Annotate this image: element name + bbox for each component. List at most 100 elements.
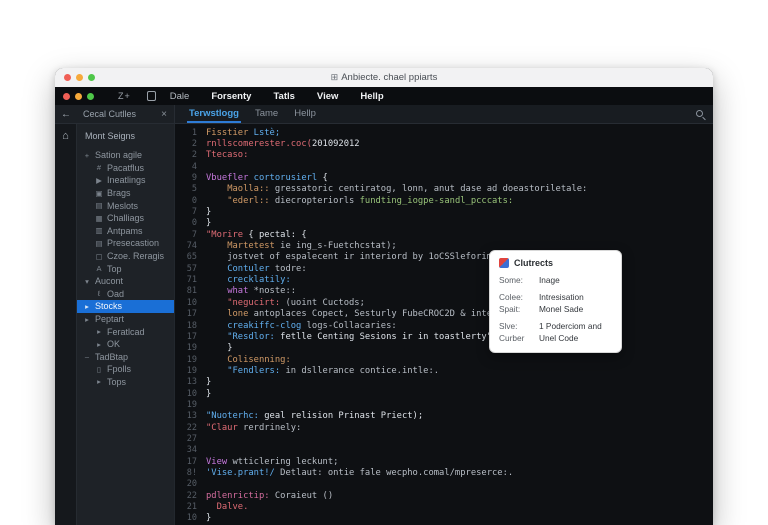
line-number: 74 <box>175 241 197 251</box>
sidebar-item-label: Czoe. Reragis <box>107 251 164 261</box>
code-line: 10} <box>175 388 713 399</box>
sidebar-item-top[interactable]: ATop <box>77 262 174 275</box>
menu-hellp[interactable]: Hellp <box>360 91 383 102</box>
tooltip-row-label: Spait: <box>499 303 539 315</box>
sidebar-item-label: Tops <box>107 377 126 387</box>
line-number: 21 <box>175 502 197 512</box>
tree-items: +Sation agile#Pacatflus▶Ineatlings▣Brags… <box>77 149 174 388</box>
line-number: 0 <box>175 218 197 228</box>
code-line: 22"Claur rerdrinely: <box>175 422 713 433</box>
menu-tatls[interactable]: Tatls <box>273 91 294 102</box>
inner-zoom-button[interactable] <box>87 93 94 100</box>
window-titlebar: ⊞Anbiecte. chael ppiarts <box>55 68 713 87</box>
search-icon[interactable] <box>696 110 703 117</box>
code-text: Dalve. <box>206 502 248 512</box>
code-text: "Claur rerdrinely: <box>206 423 301 433</box>
code-text: 'Vise.prant!/ Detlaut: ontie fale wecpho… <box>206 468 513 478</box>
caret-right-icon: ▸ <box>82 315 92 324</box>
code-line: 13"Nuoterhc: geal relision Prinast Priec… <box>175 411 713 422</box>
code-line: 71 crecklatily: <box>175 274 713 285</box>
code-line: 57 Contuler todre: <box>175 263 713 274</box>
menu-view[interactable]: View <box>317 91 338 102</box>
tooltip-row-label: Curber <box>499 332 539 344</box>
sidebar-header-title: Cecal Cutlles <box>77 109 154 119</box>
line-number: 22 <box>175 491 197 501</box>
hash-icon: # <box>94 163 104 172</box>
line-number: 13 <box>175 411 197 421</box>
sidebar-item-meslots[interactable]: ▤Meslots <box>77 199 174 212</box>
sidebar-item-label: Pacatflus <box>107 163 144 173</box>
letter-A-icon: A <box>94 264 104 273</box>
home-icon[interactable]: ⌂ <box>55 130 76 142</box>
line-number: 19 <box>175 355 197 365</box>
line-number: 65 <box>175 252 197 262</box>
sidebar-item-sation-agile[interactable]: +Sation agile <box>77 149 174 162</box>
sidebar-item-pacatflus[interactable]: #Pacatflus <box>77 162 174 175</box>
copy-icon[interactable] <box>147 91 156 101</box>
tab-bar: Terwstlogg Tame Hellp <box>175 105 713 124</box>
sidebar-item-peptart[interactable]: ▸Peptart <box>77 313 174 326</box>
sidebar-item-label: Brags <box>107 188 131 198</box>
back-arrow-icon[interactable]: ← <box>55 109 77 120</box>
code-text: "negucirt: (uoint Cuctods; <box>206 298 365 308</box>
sidebar-item-ok[interactable]: ▸OK <box>77 338 174 351</box>
sidebar-item-brags[interactable]: ▣Brags <box>77 187 174 200</box>
sidebar-item-oad[interactable]: ℓOad <box>77 288 174 301</box>
tooltip-header: Clutrects <box>499 258 612 268</box>
tab-hellp[interactable]: Hellp <box>292 105 318 123</box>
code-line: 10 "negucirt: (uoint Cuctods; <box>175 297 713 308</box>
sidebar-item-label: Meslots <box>107 201 138 211</box>
line-number: 19 <box>175 366 197 376</box>
sidebar-item-feratlcad[interactable]: ▸Feratlcad <box>77 325 174 338</box>
code-editor[interactable]: 1Fisstier Lstè;2rnllscomerester.coc(2010… <box>175 124 713 525</box>
close-panel-icon[interactable]: × <box>154 109 174 120</box>
line-number: 20 <box>175 479 197 489</box>
tooltip-row-label: Colee: <box>499 291 539 303</box>
sidebar-item-antpams[interactable]: ▥Antpams <box>77 225 174 238</box>
code-line: 9Vbuefler cortorusierl { <box>175 172 713 183</box>
tooltip-rows: Some:InageColee:IntresisationSpait:Monel… <box>499 274 612 344</box>
sidebar-item-label: Ineatlings <box>107 175 146 185</box>
sidebar-item-stocks[interactable]: ▸Stocks <box>77 300 174 313</box>
code-line: 19 "Fendlers: in dsllerance contice.intl… <box>175 365 713 376</box>
inner-minimize-button[interactable] <box>75 93 82 100</box>
dale-menu[interactable]: Dale <box>170 91 190 102</box>
tab-tame[interactable]: Tame <box>253 105 280 123</box>
code-line: 19 <box>175 399 713 410</box>
sidebar-item-challiags[interactable]: ▦Challiags <box>77 212 174 225</box>
code-text: } <box>206 513 211 523</box>
desktop-canvas: ⊞Anbiecte. chael ppiarts Z+ Dale Forsent… <box>0 0 768 525</box>
tooltip-title: Clutrects <box>514 258 553 268</box>
letter-L-icon: ℓ <box>94 289 104 298</box>
sidebar-item-label: Antpams <box>107 226 143 236</box>
sidebar-item-label: Peptart <box>95 314 124 324</box>
sidebar-item-label: Fpolls <box>107 364 131 374</box>
code-line: 2rnllscomerester.coc(201092012 <box>175 138 713 149</box>
caret-right-icon: ▸ <box>94 327 104 336</box>
sidebar-item-ineatlings[interactable]: ▶Ineatlings <box>77 174 174 187</box>
zap-icon[interactable]: Z+ <box>118 91 131 101</box>
line-number: 0 <box>175 196 197 206</box>
sidebar-item-tadbtap[interactable]: ‒TadBtap <box>77 351 174 364</box>
panel-icon: ▦ <box>94 214 104 223</box>
line-number: 19 <box>175 400 197 410</box>
sidebar-item-aucont[interactable]: ▾Aucont <box>77 275 174 288</box>
code-line: 10} <box>175 513 713 524</box>
line-number: 19 <box>175 343 197 353</box>
sidebar-item-tops[interactable]: ▸Tops <box>77 376 174 389</box>
sidebar-item-presecastion[interactable]: ▤Presecastion <box>77 237 174 250</box>
tooltip-row: CurberUnel Code <box>499 332 612 344</box>
code-line: 22pdlenrictip: Coraieut () <box>175 490 713 501</box>
sidebar-item-label: OK <box>107 339 120 349</box>
tab-terwstlogg[interactable]: Terwstlogg <box>187 105 241 123</box>
inner-close-button[interactable] <box>63 93 70 100</box>
sidebar-item-label: Aucont <box>95 276 123 286</box>
code-line: 20 <box>175 479 713 490</box>
box-icon: ▢ <box>94 252 104 261</box>
menu-forsenty[interactable]: Forsenty <box>211 91 251 102</box>
rows-icon: ▥ <box>94 226 104 235</box>
caret-down-icon: ▾ <box>82 277 92 286</box>
line-number: 17 <box>175 457 197 467</box>
sidebar-item-czoe-reragis[interactable]: ▢Czoe. Reragis <box>77 250 174 263</box>
sidebar-item-fpolls[interactable]: ▯Fpolls <box>77 363 174 376</box>
